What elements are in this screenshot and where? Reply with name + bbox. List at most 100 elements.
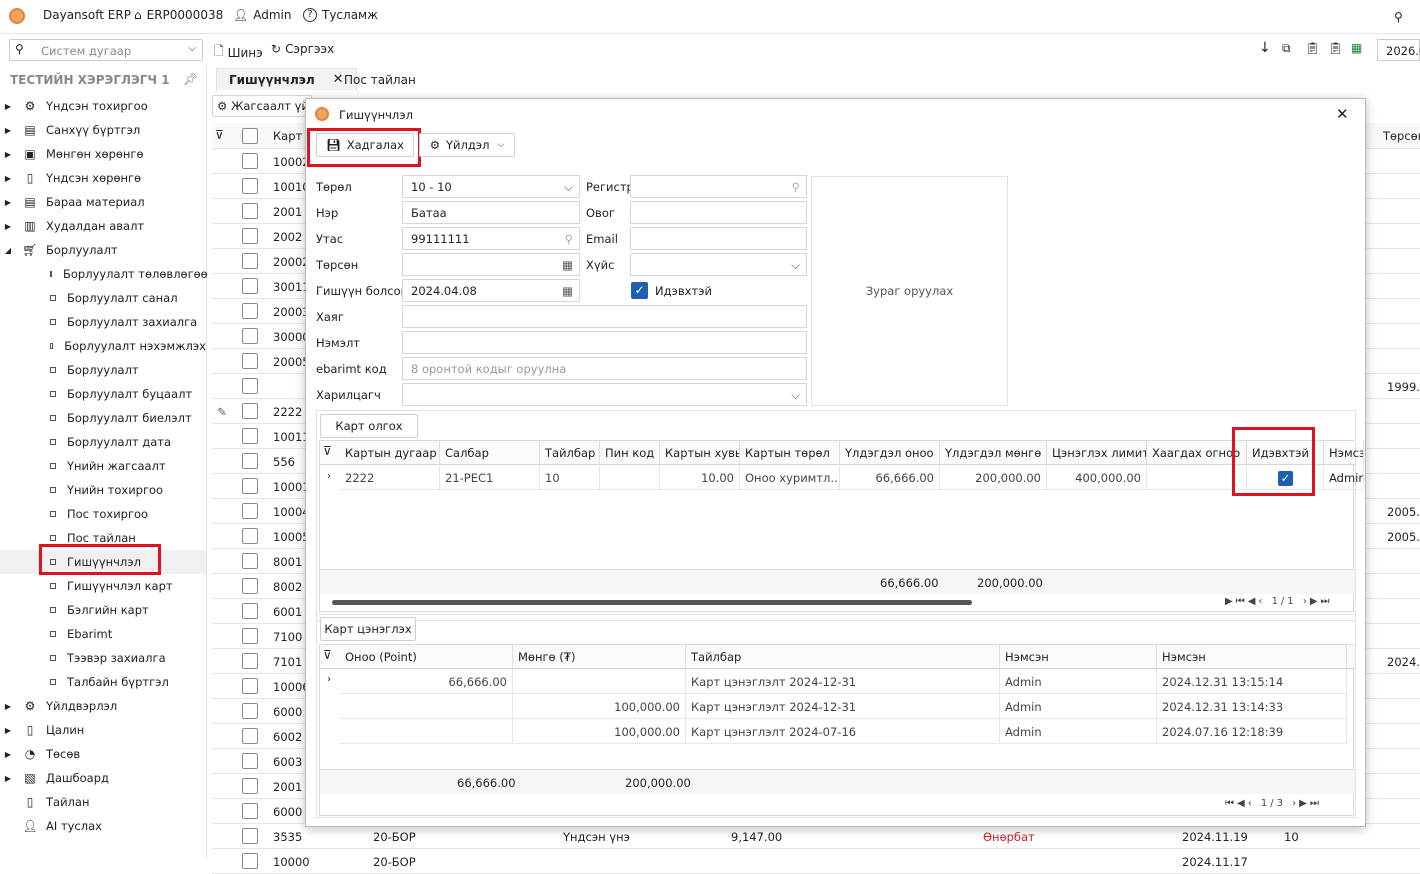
row-checkbox[interactable] — [242, 303, 258, 319]
gender-select[interactable]: ⌵ — [630, 253, 807, 276]
sidebar-subitem[interactable]: Борлуулалт төлөвлөгөө — [0, 262, 208, 286]
recharge-cell[interactable]: 66,666.00 — [340, 669, 513, 694]
column-header[interactable]: Картын дугаар — [340, 441, 440, 465]
sidebar-subitem[interactable]: Бэлгийн карт — [0, 598, 206, 622]
row-checkbox[interactable] — [242, 578, 258, 594]
recharge-button[interactable]: Карт цэнэглэх — [320, 617, 416, 641]
recharge-cell[interactable]: Карт цэнэглэлт 2024-07-16 — [686, 719, 1000, 744]
recharge-cell[interactable] — [340, 719, 513, 744]
recharge-cell[interactable]: 100,000.00 — [513, 694, 686, 719]
issue-card-button[interactable]: Карт олгох — [320, 414, 418, 438]
column-header[interactable]: Картын хувь — [660, 441, 740, 465]
card-cell[interactable] — [600, 465, 660, 490]
filter-icon[interactable]: ⊽ — [323, 444, 332, 458]
card-cell[interactable]: 2222 — [340, 465, 440, 490]
row-checkbox[interactable] — [242, 603, 258, 619]
select-all-checkbox[interactable] — [242, 128, 258, 144]
collapsed-arrow-icon[interactable]: ▶ — [0, 198, 16, 207]
sidebar-item[interactable]: ▶ ⚙ Үйлдвэрлэл — [0, 694, 206, 718]
column-header[interactable]: Тайлбар — [540, 441, 600, 465]
sidebar-subitem[interactable]: Үнийн тохиргоо — [0, 478, 206, 502]
row-checkbox[interactable] — [242, 428, 258, 444]
collapsed-arrow-icon[interactable]: ▶ — [0, 702, 16, 711]
photo-upload[interactable]: Зураг оруулах — [811, 176, 1008, 406]
card-cell[interactable]: 10.00 — [660, 465, 740, 490]
sidebar-item[interactable]: ▶ ◔ Төсөв — [0, 742, 206, 766]
collapsed-arrow-icon[interactable]: ▶ — [0, 102, 16, 111]
recharge-cell[interactable]: 100,000.00 — [513, 719, 686, 744]
register-field[interactable]: ⚲ — [630, 175, 807, 198]
row-checkbox[interactable] — [242, 253, 258, 269]
sidebar-subitem[interactable]: Талбайн бүртгэл — [0, 670, 206, 694]
sidebar-subitem[interactable]: Борлуулалт — [0, 358, 206, 382]
collapsed-arrow-icon[interactable]: ▶ — [0, 126, 16, 135]
new-button[interactable]: 🗋︎ Шинэ — [214, 42, 263, 63]
row-checkbox[interactable] — [242, 153, 258, 169]
recharge-cell[interactable] — [513, 669, 686, 694]
row-checkbox[interactable] — [242, 853, 258, 869]
card-cell[interactable]: Admin — [1324, 465, 1364, 490]
sidebar-item[interactable]: ▶ ▯ Үндсэн хөрөнгө — [0, 166, 206, 190]
pin-icon[interactable]: 📌︎ — [183, 72, 198, 86]
tab-pos-report[interactable]: Пос тайлан — [332, 68, 428, 92]
refresh-button[interactable]: ↻ Сэргээх — [271, 42, 334, 56]
column-header[interactable]: Нэмсэн — [1157, 645, 1347, 669]
collapsed-arrow-icon[interactable]: ▶ — [0, 222, 16, 231]
sidebar-item[interactable]: ◢ 🛒︎ Борлуулалт — [0, 238, 206, 262]
row-checkbox[interactable] — [242, 378, 258, 394]
date-field[interactable]: 2026.0 — [1377, 39, 1420, 61]
paste-icon[interactable]: 📋︎ — [1305, 41, 1320, 55]
filter-icon[interactable]: ⊽ — [215, 128, 224, 142]
close-icon[interactable]: ✕ — [1336, 105, 1349, 123]
expand-row-icon[interactable]: › — [327, 471, 331, 482]
recharge-cell[interactable]: Карт цэнэглэлт 2024-12-31 — [686, 694, 1000, 719]
sidebar-item[interactable]: ▶ ▥ Худалдан авалт — [0, 214, 206, 238]
sidebar-subitem[interactable]: Борлуулалт санал — [0, 286, 206, 310]
card-cell[interactable]: 400,000.00 — [1047, 465, 1147, 490]
recharge-cell[interactable]: 2024.12.31 13:14:33 — [1157, 694, 1347, 719]
card-cell[interactable]: 66,666.00 — [840, 465, 940, 490]
search-input[interactable]: ⚲ Систем дугаар ⌵ — [9, 39, 203, 61]
card-cell[interactable]: Оноо хуримтл... — [740, 465, 840, 490]
horizontal-scrollbar[interactable] — [332, 600, 972, 605]
table-row[interactable]: 3535 20-БОР Үндсэн үнэ 9,147.00 Өнөрбат 2024.… — [212, 824, 1420, 849]
sidebar-subitem[interactable]: Борлуулалт дата — [0, 430, 206, 454]
action-dropdown[interactable]: ⚙ Үйлдэл ⌵ — [419, 133, 515, 157]
column-header[interactable]: Нэмсэн — [1000, 645, 1157, 669]
filter-icon[interactable]: ⊽ — [323, 648, 332, 662]
collapsed-arrow-icon[interactable]: ▶ — [0, 750, 16, 759]
row-checkbox[interactable] — [242, 278, 258, 294]
ebarimt-field[interactable]: 8 оронтой кодыг оруулна — [402, 357, 807, 380]
row-checkbox[interactable] — [242, 403, 258, 419]
row-checkbox[interactable] — [242, 353, 258, 369]
help-button[interactable]: ? Тусламж — [303, 8, 378, 22]
row-checkbox[interactable] — [242, 228, 258, 244]
row-checkbox[interactable] — [242, 728, 258, 744]
expanded-arrow-icon[interactable]: ◢ — [0, 246, 16, 255]
row-checkbox[interactable] — [242, 503, 258, 519]
recharge-cell[interactable]: 2024.12.31 13:15:14 — [1157, 669, 1347, 694]
active-checkbox[interactable]: ✓ — [631, 282, 648, 299]
name-field[interactable]: Батаа — [402, 201, 580, 224]
row-checkbox[interactable] — [242, 703, 258, 719]
column-header[interactable]: Үлдэгдэл оноо — [840, 441, 940, 465]
collapsed-arrow-icon[interactable]: ▶ — [0, 150, 16, 159]
column-header[interactable]: Цэнэглэх лимит — [1047, 441, 1147, 465]
account-icon[interactable]: ⚲ — [1394, 10, 1403, 24]
column-header[interactable]: Оноо (Point) — [340, 645, 513, 669]
recharge-cell[interactable]: Admin — [1000, 669, 1157, 694]
clipboard-icon[interactable]: 📋︎ — [1328, 41, 1343, 55]
birthdate-field[interactable]: ▦ — [402, 253, 580, 276]
recharge-cell[interactable]: Admin — [1000, 719, 1157, 744]
sidebar-subitem[interactable]: Ebarimt — [0, 622, 206, 646]
sidebar-subitem[interactable]: Борлуулалт захиалга — [0, 310, 206, 334]
calendar-icon[interactable]: ▦ — [562, 258, 573, 272]
row-checkbox[interactable] — [242, 553, 258, 569]
sidebar-subitem[interactable]: Гишүүнчлэл карт — [0, 574, 206, 598]
row-checkbox[interactable] — [242, 653, 258, 669]
card-cell[interactable]: 21-PEC1 — [440, 465, 540, 490]
phone-field[interactable]: 99111111 ⚲ — [402, 227, 580, 250]
collapsed-arrow-icon[interactable]: ▶ — [0, 174, 16, 183]
sidebar-item[interactable]: ▶ ▤ Бараа материал — [0, 190, 206, 214]
column-header[interactable]: Нэмсэн — [1324, 441, 1364, 465]
